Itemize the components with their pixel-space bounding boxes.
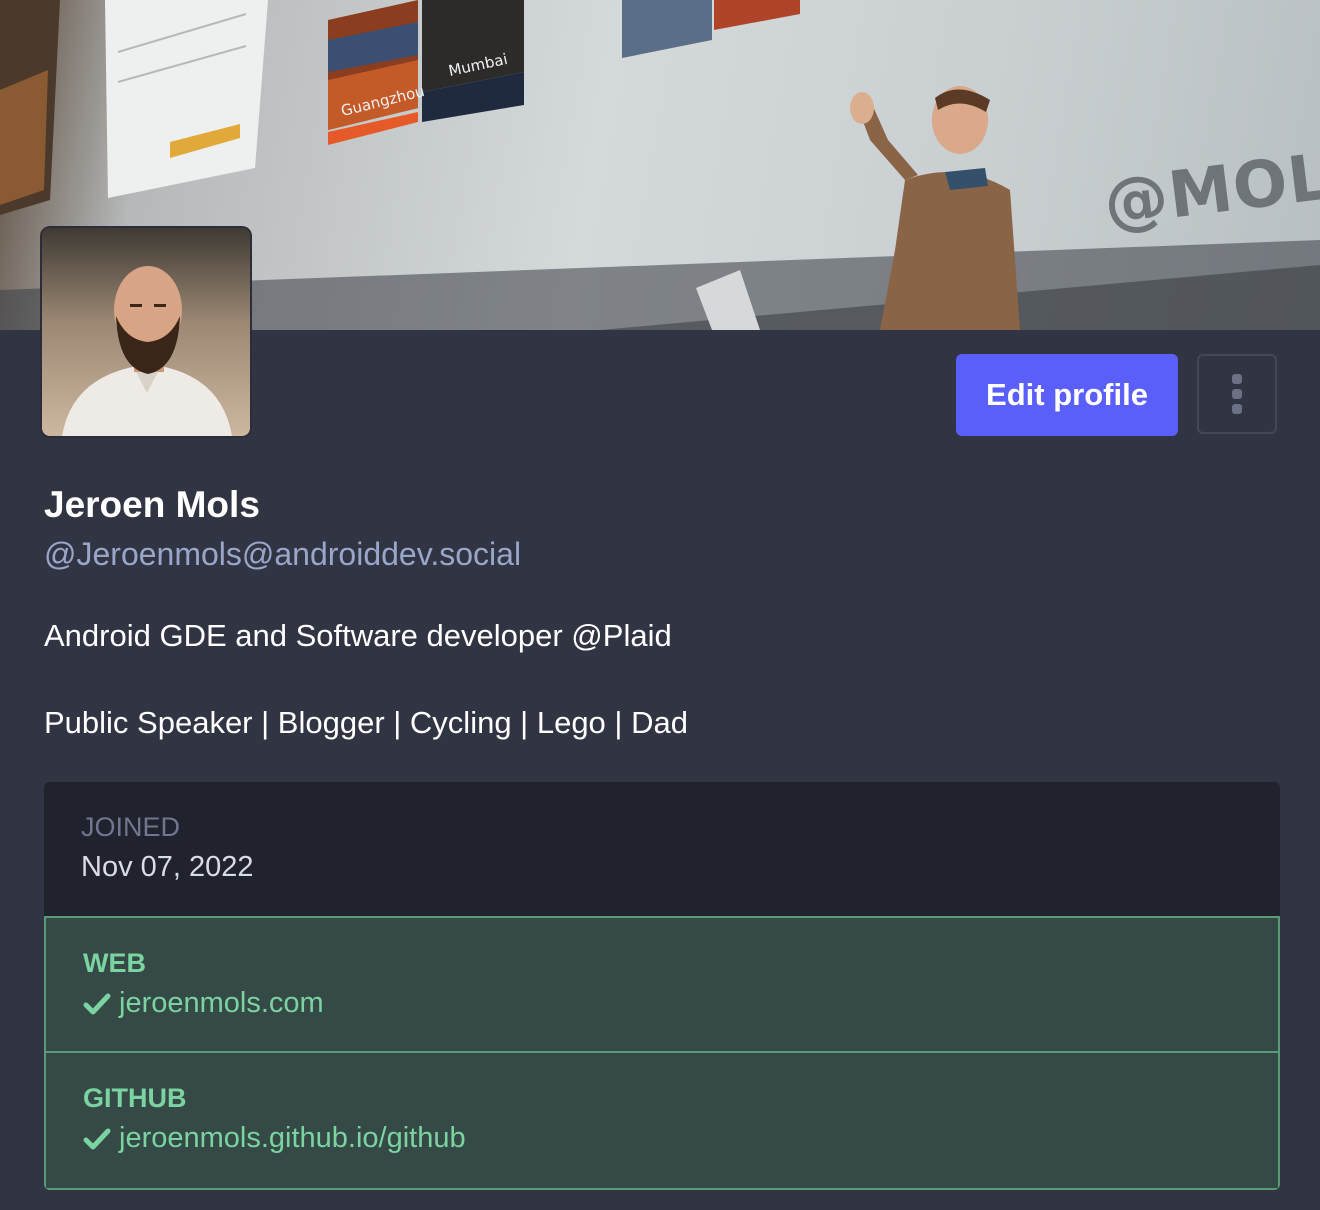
field-value: Nov 07, 2022	[81, 851, 254, 883]
profile-fields: JOINED Nov 07, 2022 WEB jeroenmols.com G…	[44, 782, 1280, 1190]
field-value: jeroenmols.com	[83, 987, 1278, 1020]
display-name: Jeroen Mols	[44, 484, 260, 525]
web-link[interactable]: jeroenmols.com	[119, 987, 324, 1020]
field-value: jeroenmols.github.io/github	[83, 1122, 1278, 1155]
ellipsis-dot	[1232, 389, 1242, 399]
github-link[interactable]: jeroenmols.github.io/github	[119, 1122, 466, 1155]
account-handle: @Jeroenmols@androiddev.social	[44, 536, 522, 572]
edit-profile-button[interactable]: Edit profile	[956, 354, 1178, 436]
avatar-photo	[42, 228, 250, 436]
bio-text: Public Speaker | Blogger | Cycling | Leg…	[44, 705, 688, 740]
profile-page: Guangzhou Mumbai @MOLS Edit profile Jero…	[0, 0, 1320, 1210]
field-label: WEB	[83, 948, 146, 978]
verified-check-icon	[83, 993, 111, 1014]
field-github: GITHUB jeroenmols.github.io/github	[44, 1053, 1280, 1190]
vertical-ellipsis-icon	[1232, 374, 1242, 384]
field-label: JOINED	[81, 812, 181, 842]
ellipsis-dot	[1232, 404, 1242, 414]
field-web: WEB jeroenmols.com	[44, 916, 1280, 1053]
bio-text: Android GDE and Software developer @Plai…	[44, 618, 672, 653]
field-joined: JOINED Nov 07, 2022	[44, 782, 1280, 916]
avatar[interactable]	[42, 228, 250, 436]
more-options-button[interactable]	[1197, 354, 1277, 434]
field-label: GITHUB	[83, 1083, 187, 1113]
verified-check-icon	[83, 1128, 111, 1149]
